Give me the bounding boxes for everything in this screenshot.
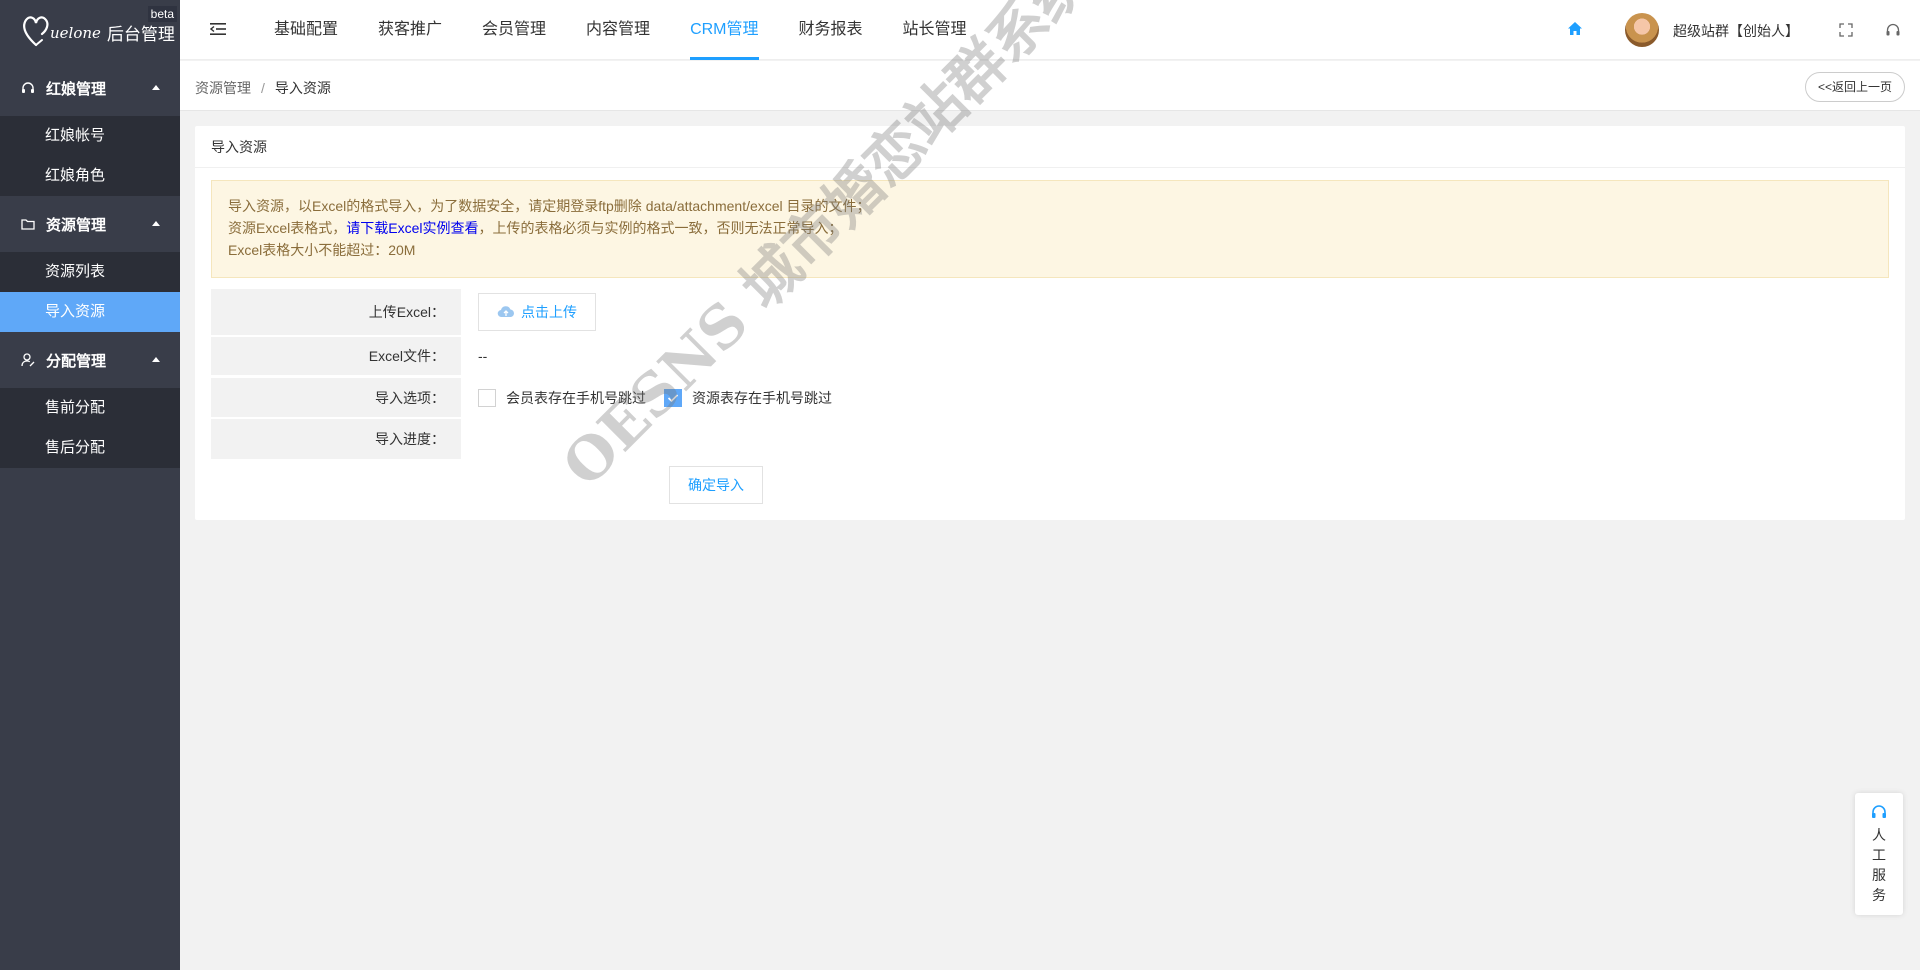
sidebar-submenu: 资源列表 导入资源: [0, 252, 180, 332]
notice-box: 导入资源，以Excel的格式导入，为了数据安全，请定期登录ftp删除 data/…: [211, 180, 1889, 278]
breadcrumb-parent[interactable]: 资源管理: [195, 80, 251, 96]
breadcrumb-current: 导入资源: [274, 80, 331, 96]
back-button[interactable]: <<返回上一页: [1804, 72, 1905, 102]
sidebar-group-matchmaker[interactable]: 红娘管理: [0, 60, 180, 116]
import-card: 导入资源 导入资源，以Excel的格式导入，为了数据安全，请定期登录ftp删除 …: [195, 126, 1905, 520]
sidebar-item-resource-list[interactable]: 资源列表: [0, 252, 180, 292]
breadcrumb-separator: /: [261, 80, 265, 96]
sidebar: uelone 后台管理 beta 红娘管理 红娘帐号 红娘角色 资源管理 资源列…: [0, 0, 180, 970]
sidebar-item-matchmaker-role[interactable]: 红娘角色: [0, 156, 180, 196]
options-value: 会员表存在手机号跳过 资源表存在手机号跳过: [461, 378, 850, 417]
options-label: 导入选项：: [211, 378, 461, 417]
logo-script-text: uelone: [50, 24, 101, 42]
app-title: 后台管理: [106, 24, 175, 44]
service-label: 人工服务: [1872, 827, 1886, 903]
menu-fold-icon[interactable]: [210, 22, 226, 36]
option-member-skip-label: 会员表存在手机号跳过: [506, 389, 646, 406]
notice-line-2-prefix: 资源Excel表格式，: [228, 220, 347, 236]
tab-webmaster[interactable]: 站长管理: [883, 0, 987, 60]
sidebar-group-label: 资源管理: [46, 216, 107, 234]
tab-finance[interactable]: 财务报表: [779, 0, 883, 60]
top-nav: 基础配置 获客推广 会员管理 内容管理 CRM管理 财务报表 站长管理: [254, 0, 987, 60]
option-resource-skip[interactable]: 资源表存在手机号跳过: [664, 388, 832, 408]
upload-button-label: 点击上传: [521, 304, 577, 320]
sidebar-group-resources[interactable]: 资源管理: [0, 196, 180, 252]
notice-line-3: Excel表格大小不能超过：20M: [228, 242, 416, 258]
sidebar-group-label: 分配管理: [46, 352, 107, 370]
upload-value: 点击上传: [461, 289, 596, 335]
heart-logo-icon: [23, 16, 49, 47]
option-member-skip[interactable]: 会员表存在手机号跳过: [478, 388, 646, 408]
confirm-import-button[interactable]: 确定导入: [669, 466, 763, 504]
username[interactable]: 超级站群【创始人】: [1673, 21, 1799, 41]
notice-line-1: 导入资源，以Excel的格式导入，为了数据安全，请定期登录ftp删除 data/…: [228, 198, 871, 214]
customer-service-float[interactable]: 人工服务: [1855, 793, 1903, 915]
upload-label: 上传Excel：: [211, 289, 461, 335]
sidebar-group-label: 红娘管理: [46, 80, 107, 98]
cloud-upload-icon: [497, 306, 514, 318]
sidebar-submenu: 售前分配 售后分配: [0, 388, 180, 468]
avatar[interactable]: [1625, 13, 1659, 47]
folder-icon: [20, 216, 36, 232]
tab-promotion[interactable]: 获客推广: [358, 0, 462, 60]
top-header: 基础配置 获客推广 会员管理 内容管理 CRM管理 财务报表 站长管理 超级站群…: [180, 0, 1920, 60]
file-value: --: [478, 348, 488, 364]
tab-crm[interactable]: CRM管理: [670, 0, 778, 60]
home-icon[interactable]: [1566, 20, 1584, 38]
checkbox-checked[interactable]: [664, 388, 682, 407]
sidebar-item-aftersale-allocation[interactable]: 售后分配: [0, 428, 180, 468]
breadcrumb: 资源管理 / 导入资源: [195, 78, 331, 98]
headset-icon: [1872, 805, 1886, 818]
caret-up-icon: [152, 221, 160, 226]
download-example-link[interactable]: 请下载Excel实例查看: [346, 220, 478, 236]
file-label: Excel文件：: [211, 337, 461, 375]
tab-members[interactable]: 会员管理: [462, 0, 566, 60]
user-edit-icon: [20, 352, 36, 368]
sidebar-submenu: 红娘帐号 红娘角色: [0, 116, 180, 196]
sidebar-item-matchmaker-account[interactable]: 红娘帐号: [0, 116, 180, 156]
headset-icon[interactable]: [1885, 22, 1901, 38]
upload-button[interactable]: 点击上传: [478, 293, 596, 331]
headset-icon: [20, 80, 36, 96]
form-row-upload: 上传Excel： 点击上传: [211, 289, 1889, 335]
breadcrumb-bar: 资源管理 / 导入资源 <<返回上一页: [180, 61, 1920, 111]
logo: uelone 后台管理 beta: [0, 0, 180, 60]
check-icon: [667, 393, 679, 402]
sidebar-item-import-resources[interactable]: 导入资源: [0, 292, 180, 332]
option-resource-skip-label: 资源表存在手机号跳过: [692, 389, 832, 406]
beta-badge: beta: [147, 6, 177, 22]
fullscreen-icon[interactable]: [1839, 23, 1853, 37]
progress-label: 导入进度：: [211, 419, 461, 459]
sidebar-item-presale-allocation[interactable]: 售前分配: [0, 388, 180, 428]
tab-basic-config[interactable]: 基础配置: [254, 0, 358, 60]
form-row-progress: 导入进度：: [211, 419, 1889, 459]
caret-up-icon: [152, 357, 160, 362]
checkbox-unchecked[interactable]: [478, 388, 496, 407]
sidebar-group-allocation[interactable]: 分配管理: [0, 332, 180, 388]
form-row-options: 导入选项： 会员表存在手机号跳过 资源表存在手机号跳过: [211, 378, 1889, 417]
progress-value: [461, 419, 478, 459]
form-row-file: Excel文件： --: [211, 337, 1889, 375]
card-title: 导入资源: [195, 126, 1905, 168]
notice-line-2-suffix: ，上传的表格必须与实例的格式一致，否则无法正常导入；: [478, 220, 843, 236]
notice-line-2: 资源Excel表格式，请下载Excel实例查看，上传的表格必须与实例的格式一致，…: [228, 217, 1872, 239]
tab-content[interactable]: 内容管理: [566, 0, 670, 60]
caret-up-icon: [152, 85, 160, 90]
